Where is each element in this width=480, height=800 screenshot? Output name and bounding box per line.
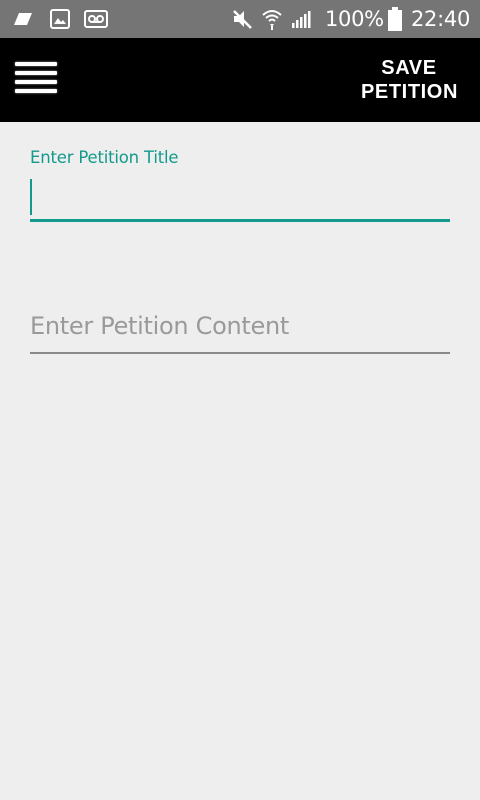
signal-icon <box>289 0 313 38</box>
voicemail-icon <box>83 0 109 38</box>
clock: 22:40 <box>411 7 471 31</box>
menu-line <box>15 71 57 75</box>
battery-percent: 100% <box>325 7 384 31</box>
save-label-line1: SAVE <box>381 57 437 79</box>
hamburger-menu-icon[interactable] <box>10 58 62 102</box>
save-petition-button[interactable]: SAVE PETITION <box>348 56 458 104</box>
menu-line <box>15 62 57 66</box>
petition-form: Enter Petition Title Enter Petition Cont… <box>0 122 480 800</box>
wifi-icon <box>260 0 284 38</box>
petition-content-placeholder: Enter Petition Content <box>30 312 289 340</box>
content-underline <box>30 352 450 354</box>
petition-title-label: Enter Petition Title <box>30 148 179 167</box>
notification-icon <box>12 0 34 38</box>
text-cursor <box>30 179 32 215</box>
image-icon <box>48 0 72 38</box>
petition-title-input[interactable] <box>30 176 450 222</box>
menu-line <box>15 89 57 93</box>
petition-content-input[interactable]: Enter Petition Content <box>30 308 450 354</box>
status-bar: 100% 22:40 <box>0 0 480 38</box>
save-label-line2: PETITION <box>360 81 458 103</box>
app-bar: SAVE PETITION <box>0 38 480 122</box>
title-underline <box>30 219 450 222</box>
mute-icon <box>230 0 254 38</box>
battery-icon <box>385 0 405 38</box>
menu-line <box>15 80 57 84</box>
